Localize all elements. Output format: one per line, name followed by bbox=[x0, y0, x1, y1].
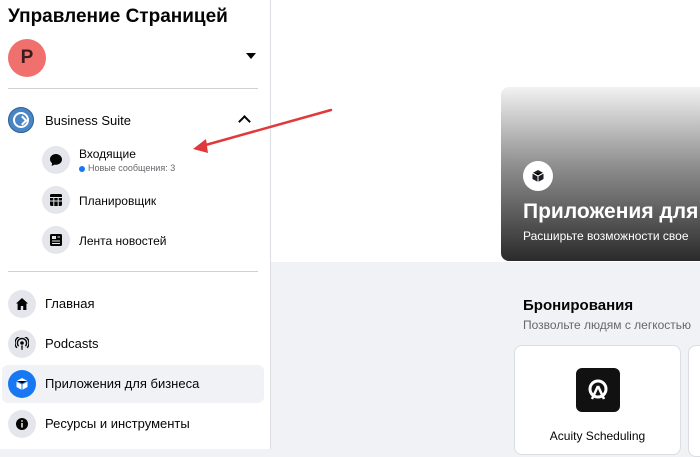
sidebar-item-podcasts[interactable]: Podcasts bbox=[2, 325, 264, 363]
inbox-label: Входящие bbox=[79, 147, 136, 161]
chevron-up-icon[interactable] bbox=[238, 115, 251, 128]
business-apps-label: Приложения для бизнеса bbox=[45, 376, 200, 391]
app-card-label: Acuity Scheduling bbox=[549, 429, 646, 443]
podcast-icon bbox=[8, 330, 36, 358]
avatar[interactable]: P bbox=[8, 39, 46, 77]
section-subtitle: Позвольте людям с легкостью bbox=[523, 318, 692, 332]
sidebar-item-planner[interactable]: Планировщик bbox=[42, 186, 262, 214]
app-card-partial[interactable] bbox=[688, 345, 700, 457]
podcasts-label: Podcasts bbox=[45, 336, 99, 351]
info-icon bbox=[8, 410, 36, 438]
acuity-logo-icon bbox=[576, 368, 620, 412]
apps-hero-banner: Приложения для Расширьте возможности сво… bbox=[501, 87, 700, 261]
divider bbox=[8, 88, 258, 89]
sidebar: Управление Страницей P Business Suite Вх… bbox=[0, 0, 271, 449]
sidebar-item-news-feed[interactable]: Лента новостей bbox=[42, 226, 262, 254]
new-messages-status: Новые сообщения: 3 bbox=[79, 163, 175, 173]
section-title: Бронирования bbox=[523, 297, 634, 314]
calendar-grid-icon bbox=[42, 186, 70, 214]
unread-dot-icon bbox=[79, 165, 85, 172]
chat-bubble-icon bbox=[42, 146, 70, 174]
dropdown-caret-icon[interactable] bbox=[246, 53, 256, 59]
hero-subtitle: Расширьте возможности свое bbox=[523, 229, 689, 243]
business-suite-header[interactable]: Business Suite bbox=[8, 106, 260, 136]
news-feed-icon bbox=[42, 226, 70, 254]
home-label: Главная bbox=[45, 296, 95, 311]
divider bbox=[8, 271, 258, 272]
hero-title: Приложения для bbox=[523, 200, 699, 223]
app-card-acuity[interactable]: Acuity Scheduling bbox=[514, 345, 681, 455]
new-messages-text: Новые сообщения: 3 bbox=[88, 163, 176, 173]
business-suite-icon bbox=[8, 107, 34, 133]
cube-icon bbox=[8, 370, 36, 398]
news-feed-label: Лента новостей bbox=[79, 234, 167, 248]
business-suite-label: Business Suite bbox=[45, 113, 131, 128]
home-icon bbox=[8, 290, 36, 318]
sidebar-item-business-apps[interactable]: Приложения для бизнеса bbox=[2, 365, 264, 403]
resources-label: Ресурсы и инструменты bbox=[45, 416, 190, 431]
planner-label: Планировщик bbox=[79, 194, 157, 208]
sidebar-item-resources[interactable]: Ресурсы и инструменты bbox=[2, 405, 264, 443]
cube-icon bbox=[523, 161, 553, 191]
sidebar-item-home[interactable]: Главная bbox=[2, 285, 264, 323]
sidebar-item-inbox[interactable]: Входящие Новые сообщения: 3 bbox=[42, 146, 262, 174]
page-title: Управление Страницей bbox=[8, 6, 228, 27]
